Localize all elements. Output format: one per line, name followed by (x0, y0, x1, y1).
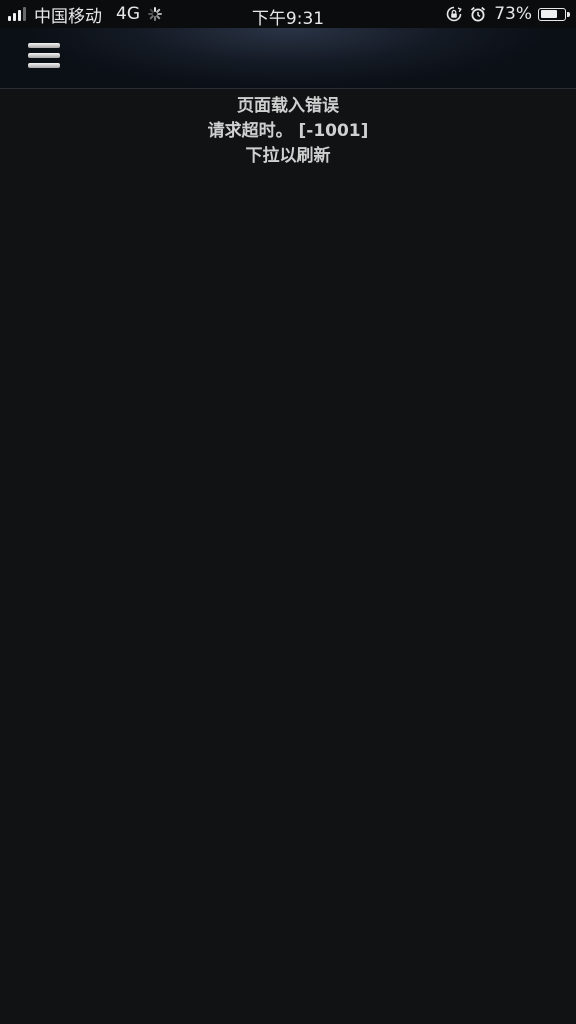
status-bar: 中国移动 4G 下午9:31 73% (0, 0, 576, 29)
error-title: 页面载入错误 (237, 96, 339, 116)
pull-to-refresh-hint: 下拉以刷新 (245, 146, 331, 166)
battery-percent: 73% (494, 4, 532, 24)
page-load-error: 页面载入错误 请求超时。 [-1001] 下拉以刷新 (0, 94, 576, 169)
error-detail: 请求超时。 [-1001] (207, 121, 369, 141)
hamburger-menu-icon[interactable] (28, 42, 62, 72)
nav-bar (0, 28, 576, 89)
alarm-icon (471, 6, 486, 22)
status-right: 73% (446, 4, 570, 24)
battery-icon (538, 7, 570, 21)
app-screen: 中国移动 4G 下午9:31 73% 页面载入错误 请求超时。 [-1001] … (0, 0, 576, 1024)
orientation-lock-icon (446, 6, 463, 22)
